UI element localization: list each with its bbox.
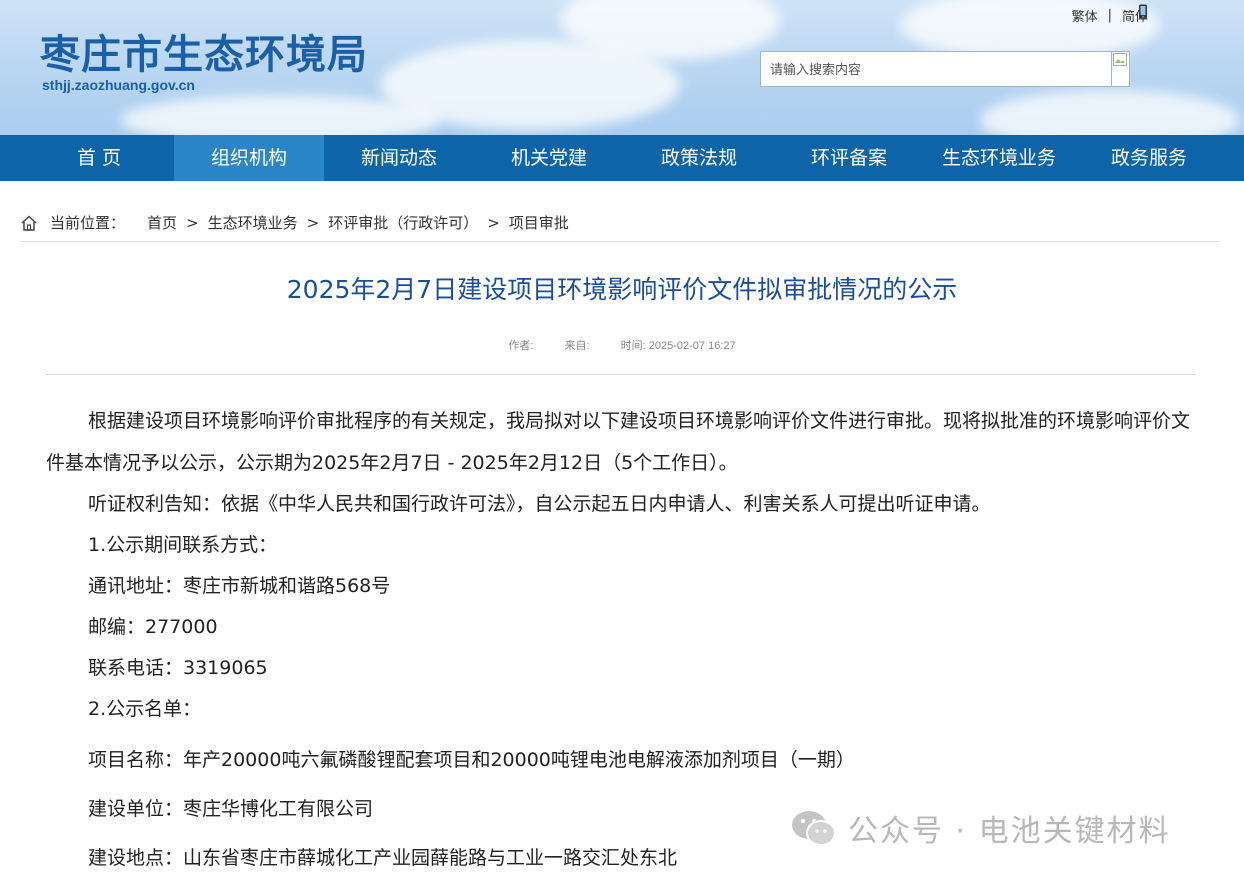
lang-traditional-link[interactable]: 繁体 <box>1072 6 1098 25</box>
wechat-icon <box>792 811 836 846</box>
broken-image-icon <box>1113 53 1127 66</box>
breadcrumb-separator: > <box>306 213 320 232</box>
watermark-text: 公众号 · 电池关键材料 <box>848 814 1171 849</box>
meta-source: 来自: <box>564 340 590 352</box>
cloud-decoration <box>980 90 1240 135</box>
main-nav: 首 页 组织机构 新闻动态 机关党建 政策法规 环评备案 生态环境业务 政务服务 <box>0 135 1244 181</box>
nav-item-eia-filing[interactable]: 环评备案 <box>774 135 924 181</box>
contact-postcode: 邮编：277000 <box>88 616 218 638</box>
site-domain: sthjj.zaozhuang.gov.cn <box>42 77 195 93</box>
nav-item-gov-services[interactable]: 政务服务 <box>1074 135 1224 181</box>
mobile-phone-icon[interactable] <box>1138 4 1148 19</box>
site-header: 枣庄市生态环境局 sthjj.zaozhuang.gov.cn 繁体 | 简体 <box>0 0 1244 135</box>
contact-address: 通讯地址：枣庄市新城和谐路568号 <box>88 575 391 597</box>
article-title: 2025年2月7日建设项目环境影响评价文件拟审批情况的公示 <box>286 275 958 304</box>
intro-paragraph: 根据建设项目环境影响评价审批程序的有关规定，我局拟对以下建设项目环境影响评价文件… <box>46 410 1191 474</box>
search-button[interactable] <box>1111 51 1130 87</box>
search-input[interactable] <box>760 51 1112 87</box>
breadcrumb-link-project-approval[interactable]: 项目审批 <box>509 212 569 233</box>
meta-author: 作者: <box>508 340 534 352</box>
contact-heading: 1.公示期间联系方式： <box>88 534 278 556</box>
site-title[interactable]: 枣庄市生态环境局 <box>40 22 368 80</box>
home-icon <box>21 214 37 231</box>
breadcrumb-separator: > <box>487 213 500 232</box>
breadcrumb-label: 当前位置： <box>50 214 126 232</box>
breadcrumb-link-eia-approval[interactable]: 环评审批（行政许可） <box>328 212 478 233</box>
nav-item-news[interactable]: 新闻动态 <box>324 135 474 181</box>
meta-time: 时间: 2025-02-07 16:27 <box>620 340 736 352</box>
list-heading: 2.公示名单： <box>88 698 202 720</box>
breadcrumb-divider <box>20 241 1220 242</box>
language-switch: 繁体 | 简体 <box>1072 6 1148 25</box>
nav-item-home[interactable]: 首 页 <box>24 135 174 181</box>
hearing-rights-paragraph: 听证权利告知：依据《中华人民共和国行政许可法》，自公示起五日内申请人、利害关系人… <box>88 493 991 515</box>
article-body: 根据建设项目环境影响评价审批程序的有关规定，我局拟对以下建设项目环境影响评价文件… <box>46 400 1200 874</box>
article-meta: 作者: 来自: 时间: 2025-02-07 16:27 <box>0 337 1244 353</box>
breadcrumb-link-home[interactable]: 首页 <box>147 212 177 233</box>
contact-phone: 联系电话：3319065 <box>88 657 268 679</box>
breadcrumb-separator: > <box>186 213 199 232</box>
project-name: 项目名称：年产20000吨六氟磷酸锂配套项目和20000吨锂电池电解液添加剂项目… <box>88 749 855 771</box>
lang-separator: | <box>1107 8 1112 23</box>
watermark: 公众号 · 电池关键材料 <box>790 806 1171 850</box>
breadcrumb-link-eco-business[interactable]: 生态环境业务 <box>208 212 298 233</box>
nav-item-policies[interactable]: 政策法规 <box>624 135 774 181</box>
nav-item-party-building[interactable]: 机关党建 <box>474 135 624 181</box>
nav-item-organization[interactable]: 组织机构 <box>174 135 324 181</box>
article-divider <box>46 374 1196 375</box>
nav-item-eco-business[interactable]: 生态环境业务 <box>924 135 1074 181</box>
breadcrumb: 当前位置： 首页 > 生态环境业务 > 环评审批（行政许可） > 项目审批 <box>20 212 569 233</box>
